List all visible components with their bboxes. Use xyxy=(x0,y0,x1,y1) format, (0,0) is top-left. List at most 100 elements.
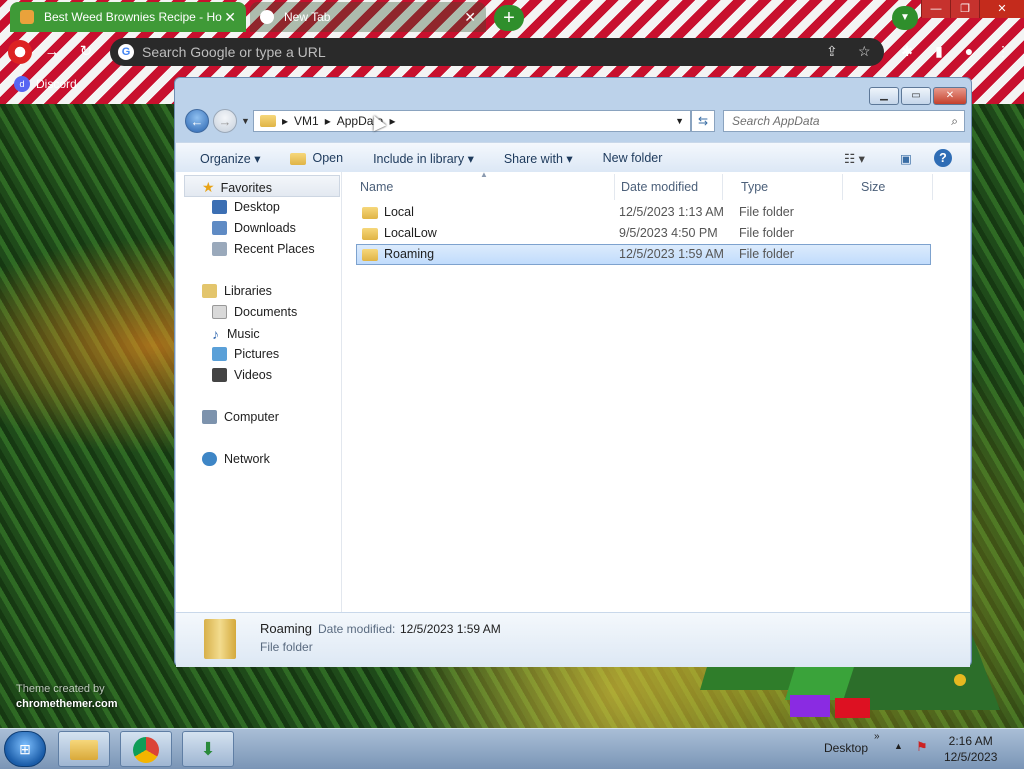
omnibox-placeholder: Search Google or type a URL xyxy=(142,44,326,60)
new-folder-button[interactable]: New folder xyxy=(603,151,663,165)
clock-time: 2:16 AM xyxy=(948,734,993,748)
chrome-favicon-icon xyxy=(260,10,274,24)
tab-close-icon[interactable]: ✕ xyxy=(224,9,236,26)
nav-music[interactable]: ♪ Music xyxy=(212,326,260,342)
file-row-locallow[interactable]: LocalLow 9/5/2023 4:50 PM File folder xyxy=(356,223,931,244)
star-icon: ★ xyxy=(202,179,215,195)
help-icon[interactable]: ? xyxy=(934,149,952,167)
share-with-button[interactable]: Share with ▾ xyxy=(504,151,573,166)
column-size[interactable]: Size xyxy=(843,174,933,200)
tab-search-button[interactable]: ▼ xyxy=(892,6,918,30)
sidebar-icon[interactable]: ▮ xyxy=(930,42,948,60)
maximize-button[interactable]: ❐ xyxy=(950,0,979,18)
nav-pictures[interactable]: Pictures xyxy=(212,347,279,361)
google-icon: G xyxy=(118,44,134,60)
close-button[interactable]: ✕ xyxy=(979,0,1024,18)
include-in-library-button[interactable]: Include in library ▾ xyxy=(373,151,474,166)
chrome-logo-icon xyxy=(8,40,32,64)
taskbar-explorer-button[interactable] xyxy=(58,731,110,767)
nav-downloads[interactable]: Downloads xyxy=(212,221,296,235)
minimize-button[interactable]: — xyxy=(921,0,950,18)
file-type: File folder xyxy=(739,226,794,240)
explorer-titlebar[interactable]: ▁ ▭ ✕ xyxy=(175,78,971,108)
nav-label: Videos xyxy=(234,368,272,382)
profile-icon[interactable]: ● xyxy=(960,42,978,60)
recent-pages-chevron-icon[interactable]: ▼ xyxy=(241,116,250,126)
new-folder-label: New folder xyxy=(602,151,663,165)
taskbar-chrome-button[interactable] xyxy=(120,731,172,767)
open-button[interactable]: Open xyxy=(290,151,343,165)
bookmark-discord[interactable]: d Discord xyxy=(14,76,77,92)
explorer-content: ★ Favorites Desktop Downloads Recent Plac… xyxy=(176,170,970,612)
nav-desktop[interactable]: Desktop xyxy=(212,200,280,214)
tab-title: New Tab xyxy=(284,10,331,24)
file-row-roaming[interactable]: Roaming 12/5/2023 1:59 AM File folder xyxy=(356,244,931,265)
omnibox[interactable]: G Search Google or type a URL ⇪ ☆ xyxy=(110,38,884,66)
folder-icon xyxy=(362,227,378,240)
explorer-minimize-button[interactable]: ▁ xyxy=(869,87,899,105)
folder-icon xyxy=(362,248,378,261)
system-clock[interactable]: 2:16 AM 12/5/2023 xyxy=(944,733,997,765)
nav-label: Pictures xyxy=(234,347,280,361)
nav-label: Recent Places xyxy=(234,242,315,256)
back-icon[interactable]: → xyxy=(40,40,64,64)
search-input[interactable]: Search AppData ⌕ xyxy=(723,110,965,132)
bookmark-label: Discord xyxy=(36,77,77,91)
nav-favorites[interactable]: ★ Favorites xyxy=(202,179,272,196)
organize-label: Organize xyxy=(200,151,251,166)
nav-label: Music xyxy=(227,327,260,341)
forward-button[interactable]: → xyxy=(213,109,237,133)
share-icon[interactable]: ⇪ xyxy=(826,43,838,60)
reload-icon[interactable]: ↻ xyxy=(74,40,98,64)
nav-network[interactable]: Network xyxy=(202,452,270,466)
share-label: Share with xyxy=(503,151,563,166)
tab-weed-brownies[interactable]: Best Weed Brownies Recipe - Ho ✕ xyxy=(10,2,246,32)
extensions-icon[interactable]: ✱ xyxy=(898,42,916,60)
address-dropdown-icon[interactable]: ▼ xyxy=(675,116,684,126)
file-name-cell: Local xyxy=(362,205,414,219)
theme-credit-line1: Theme created by xyxy=(16,683,105,695)
taskbar-app-button[interactable]: ⬇ xyxy=(182,731,234,767)
tab-new-tab[interactable]: New Tab ✕ xyxy=(250,2,486,32)
preview-pane-icon[interactable]: ▣ xyxy=(900,151,912,166)
nav-label: Documents xyxy=(234,305,298,319)
desktop-toolbar-label[interactable]: Desktop xyxy=(824,741,868,755)
documents-icon xyxy=(212,305,227,319)
site-favicon-icon xyxy=(20,10,34,24)
nav-libraries[interactable]: Libraries xyxy=(202,284,272,298)
tab-close-icon[interactable]: ✕ xyxy=(464,9,476,26)
explorer-maximize-button[interactable]: ▭ xyxy=(901,87,931,105)
column-date-modified[interactable]: Date modified xyxy=(603,174,723,200)
show-hidden-icons-icon[interactable]: ▲ xyxy=(894,741,903,751)
toolbar-expand-icon[interactable]: » xyxy=(874,731,880,742)
organize-button[interactable]: Organize ▾ xyxy=(200,151,260,166)
tab-title: Best Weed Brownies Recipe - Ho xyxy=(44,10,222,24)
start-button[interactable]: ⊞ xyxy=(4,731,46,767)
theme-credit-line2[interactable]: chromethemer.com xyxy=(16,698,117,710)
view-options-icon[interactable]: ☷ ▾ xyxy=(844,151,865,166)
column-type[interactable]: Type xyxy=(723,174,843,200)
column-name[interactable]: Name xyxy=(342,174,615,200)
bookmark-star-icon[interactable]: ☆ xyxy=(858,43,871,60)
nav-computer[interactable]: Computer xyxy=(202,410,279,424)
refresh-button[interactable]: ⇆ xyxy=(691,110,715,132)
explorer-close-button[interactable]: ✕ xyxy=(933,87,967,105)
address-bar[interactable]: ▸ VM1 ▸ AppData ▸ ▼ xyxy=(253,110,691,132)
folder-icon xyxy=(260,115,276,127)
search-icon[interactable]: ⌕ xyxy=(951,111,958,131)
nav-videos[interactable]: Videos xyxy=(212,368,272,382)
back-button[interactable]: ← xyxy=(185,109,209,133)
nav-label: Favorites xyxy=(220,180,272,195)
nav-documents[interactable]: Documents xyxy=(212,305,297,319)
breadcrumb-vm1[interactable]: VM1 xyxy=(294,114,319,128)
breadcrumb-separator-icon: ▸ xyxy=(282,114,289,128)
downloads-icon xyxy=(212,221,227,235)
file-row-local[interactable]: Local 12/5/2023 1:13 AM File folder xyxy=(356,202,931,223)
nav-label: Computer xyxy=(224,410,279,424)
action-center-flag-icon[interactable]: ⚑ xyxy=(916,739,928,755)
nav-label: Libraries xyxy=(224,284,272,298)
menu-icon[interactable]: ⋮ xyxy=(994,42,1012,60)
details-date-value: 12/5/2023 1:59 AM xyxy=(400,622,501,636)
new-tab-button[interactable]: + xyxy=(494,5,524,31)
nav-recent-places[interactable]: Recent Places xyxy=(212,242,315,256)
